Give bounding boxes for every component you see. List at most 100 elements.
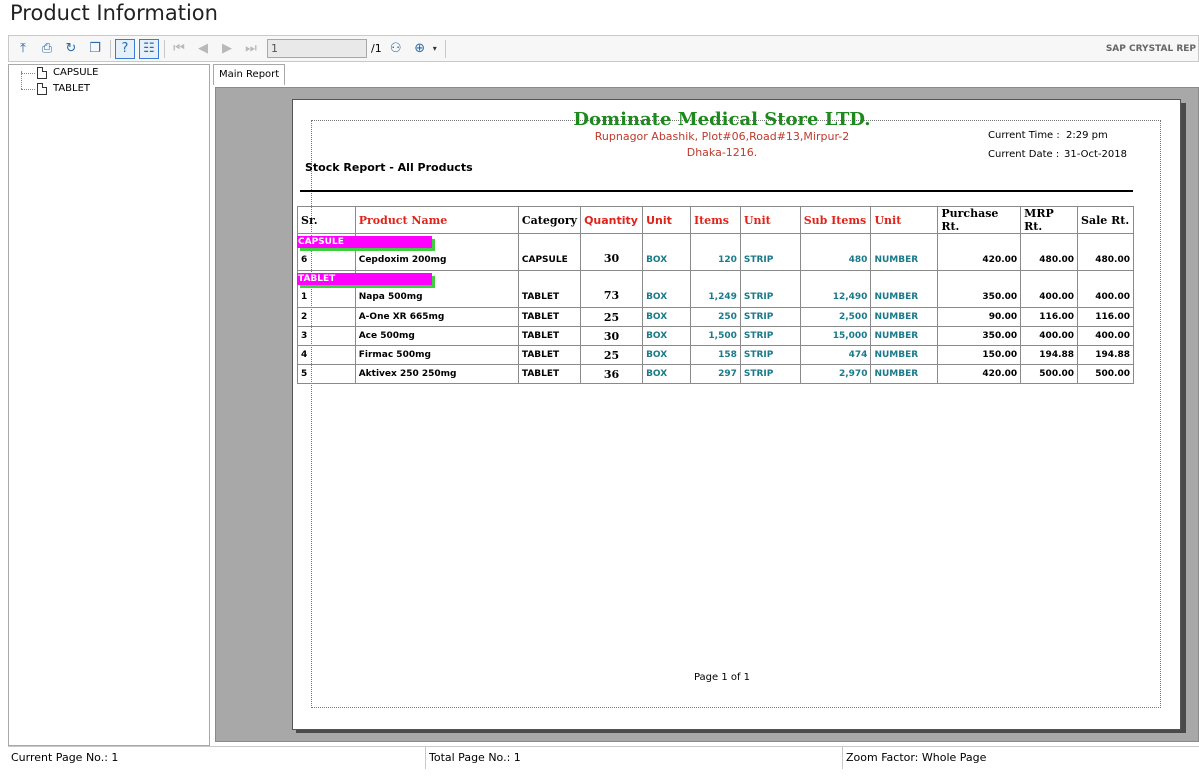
title-divider xyxy=(300,190,1133,192)
export-icon[interactable]: ⤒ xyxy=(13,39,33,59)
table-cell-unit2: STRIP xyxy=(739,345,801,365)
copy-icon[interactable]: ❐ xyxy=(85,39,105,59)
table-cell-sale: 194.88 xyxy=(1077,345,1134,365)
table-cell-purchase: 350.00 xyxy=(937,270,1022,308)
table-cell-purchase: 150.00 xyxy=(937,345,1022,365)
table-cell-qty: 73 xyxy=(580,270,644,308)
print-icon[interactable]: ⎙ xyxy=(37,39,57,59)
table-cell-unit2: STRIP xyxy=(739,233,801,271)
table-cell-mrp: 400.00 xyxy=(1020,270,1079,308)
column-header: Sr. xyxy=(297,206,356,234)
table-cell-sub-items: 2,500 xyxy=(799,307,872,327)
page-number-input[interactable] xyxy=(267,39,367,58)
first-page-icon[interactable]: ⏮ xyxy=(169,39,189,59)
column-header: Sub Items xyxy=(799,206,872,234)
table-cell-qty: 36 xyxy=(580,364,644,384)
toolbar-separator xyxy=(164,39,165,58)
table-cell-unit3: NUMBER xyxy=(870,270,939,308)
column-header: Category xyxy=(517,206,582,234)
table-cell-sub-items: 12,490 xyxy=(799,270,872,308)
row-number: 1 xyxy=(301,292,308,302)
table-cell-sale: 400.00 xyxy=(1077,326,1134,346)
group-tree-panel: CAPSULE TABLET xyxy=(8,64,210,746)
zoom-icon[interactable]: ⊕ xyxy=(410,39,430,59)
toolbar-separator xyxy=(444,39,446,58)
table-cell-sub-items: 480 xyxy=(799,233,872,271)
page-total-label: /1 xyxy=(371,42,382,55)
table-cell-qty: 25 xyxy=(580,307,644,327)
column-header: Quantity xyxy=(580,206,644,234)
help-icon[interactable]: ? xyxy=(115,38,135,59)
find-icon[interactable]: ⚇ xyxy=(386,39,406,59)
table-cell-unit1: BOX xyxy=(642,233,691,271)
table-cell-category: TABLET xyxy=(517,307,582,327)
table-cell-unit3: NUMBER xyxy=(870,307,939,327)
toolbar: ⤒ ⎙ ↻ ❐ ? ☷ ⏮ ◀ ▶ ⏭ /1 ⚇ ⊕ ▾ SAP CRYSTAL… xyxy=(8,35,1199,62)
last-page-icon[interactable]: ⏭ xyxy=(241,39,261,59)
table-cell-unit3: NUMBER xyxy=(870,364,939,384)
table-cell-qty: 30 xyxy=(580,233,644,271)
table-row: 2 A-One XR 665mg TABLET 25 BOX 250 STRIP 2,500 N… xyxy=(297,307,1134,327)
tree-item-tablet[interactable]: TABLET xyxy=(9,81,209,97)
table-cell-name: Aktivex 250 250mg xyxy=(354,364,519,384)
table-cell-items: 158 xyxy=(689,345,741,365)
status-total-page: Total Page No.: 1 xyxy=(426,747,843,769)
row-number: 6 xyxy=(301,255,308,265)
table-cell-unit3: NUMBER xyxy=(870,345,939,365)
company-name: Dominate Medical Store LTD. xyxy=(573,109,871,130)
current-time-value: 2:29 pm xyxy=(1066,130,1108,141)
table-cell-category: CAPSULE xyxy=(517,233,582,271)
table-cell-sr: 2 xyxy=(297,307,356,327)
current-time-label: Current Time : xyxy=(988,130,1060,141)
group-header-capsule: CAPSULE xyxy=(297,236,432,248)
table-header-row: Sr. Product Name Category Quantity Unit … xyxy=(297,206,1134,234)
table-cell-unit2: STRIP xyxy=(739,307,801,327)
window-title: Product Information xyxy=(10,1,218,25)
table-cell-purchase: 90.00 xyxy=(937,307,1022,327)
stock-table: Sr. Product Name Category Quantity Unit … xyxy=(297,206,1134,384)
zoom-dropdown-icon[interactable]: ▾ xyxy=(430,39,440,59)
table-cell-unit1: BOX xyxy=(642,345,691,365)
column-header: MRP Rt. xyxy=(1020,206,1079,234)
refresh-icon[interactable]: ↻ xyxy=(61,39,81,59)
group-tree-toggle-icon[interactable]: ☷ xyxy=(139,38,159,59)
table-cell-name: Firmac 500mg xyxy=(354,345,519,365)
table-cell-sr: 4 xyxy=(297,345,356,365)
tree-item-capsule[interactable]: CAPSULE xyxy=(9,65,209,81)
column-header: Unit xyxy=(642,206,691,234)
status-zoom: Zoom Factor: Whole Page xyxy=(846,751,987,764)
table-cell-category: TABLET xyxy=(517,326,582,346)
table-cell-unit3: NUMBER xyxy=(870,326,939,346)
report-viewer[interactable]: Dominate Medical Store LTD. Rupnagor Aba… xyxy=(215,87,1199,742)
table-cell-unit3: NUMBER xyxy=(870,233,939,271)
table-cell-name: Ace 500mg xyxy=(354,326,519,346)
table-cell-qty: 30 xyxy=(580,326,644,346)
next-page-icon[interactable]: ▶ xyxy=(217,39,237,59)
document-icon xyxy=(37,83,47,95)
table-cell-mrp: 400.00 xyxy=(1020,326,1079,346)
table-cell-sr: 5 xyxy=(297,364,356,384)
table-cell-sale: 480.00 xyxy=(1077,233,1134,271)
page-footer: Page 1 of 1 xyxy=(693,672,751,683)
column-header: Sale Rt. xyxy=(1077,206,1134,234)
table-row: CAPSULE 6 Cepdoxim 200mg CAPSULE 30 BOX 120 STR… xyxy=(297,233,1134,271)
tab-strip: Main Report xyxy=(213,64,1199,86)
table-cell-sale: 500.00 xyxy=(1077,364,1134,384)
table-cell-unit2: STRIP xyxy=(739,326,801,346)
table-cell-sr: TABLET 1 xyxy=(297,270,432,308)
document-icon xyxy=(37,67,47,79)
table-row: TABLET 1 Napa 500mg TABLET 73 BOX 1,249 STRIP 12… xyxy=(297,270,1134,308)
current-date-label: Current Date : xyxy=(988,149,1060,160)
table-cell-sale: 400.00 xyxy=(1077,270,1134,308)
report-title: Stock Report - All Products xyxy=(305,161,473,174)
report-page: Dominate Medical Store LTD. Rupnagor Aba… xyxy=(292,99,1181,730)
table-row: 4 Firmac 500mg TABLET 25 BOX 158 STRIP 474 NUMBE… xyxy=(297,345,1134,365)
table-row: 3 Ace 500mg TABLET 30 BOX 1,500 STRIP 15,000 NUM… xyxy=(297,326,1134,346)
table-cell-purchase: 350.00 xyxy=(937,326,1022,346)
sap-brand-label: SAP CRYSTAL REP xyxy=(1105,44,1196,54)
status-current-page: Current Page No.: 1 xyxy=(8,747,426,769)
previous-page-icon[interactable]: ◀ xyxy=(193,39,213,59)
table-cell-purchase: 420.00 xyxy=(937,233,1022,271)
tab-main-report[interactable]: Main Report xyxy=(213,64,286,85)
table-cell-qty: 25 xyxy=(580,345,644,365)
